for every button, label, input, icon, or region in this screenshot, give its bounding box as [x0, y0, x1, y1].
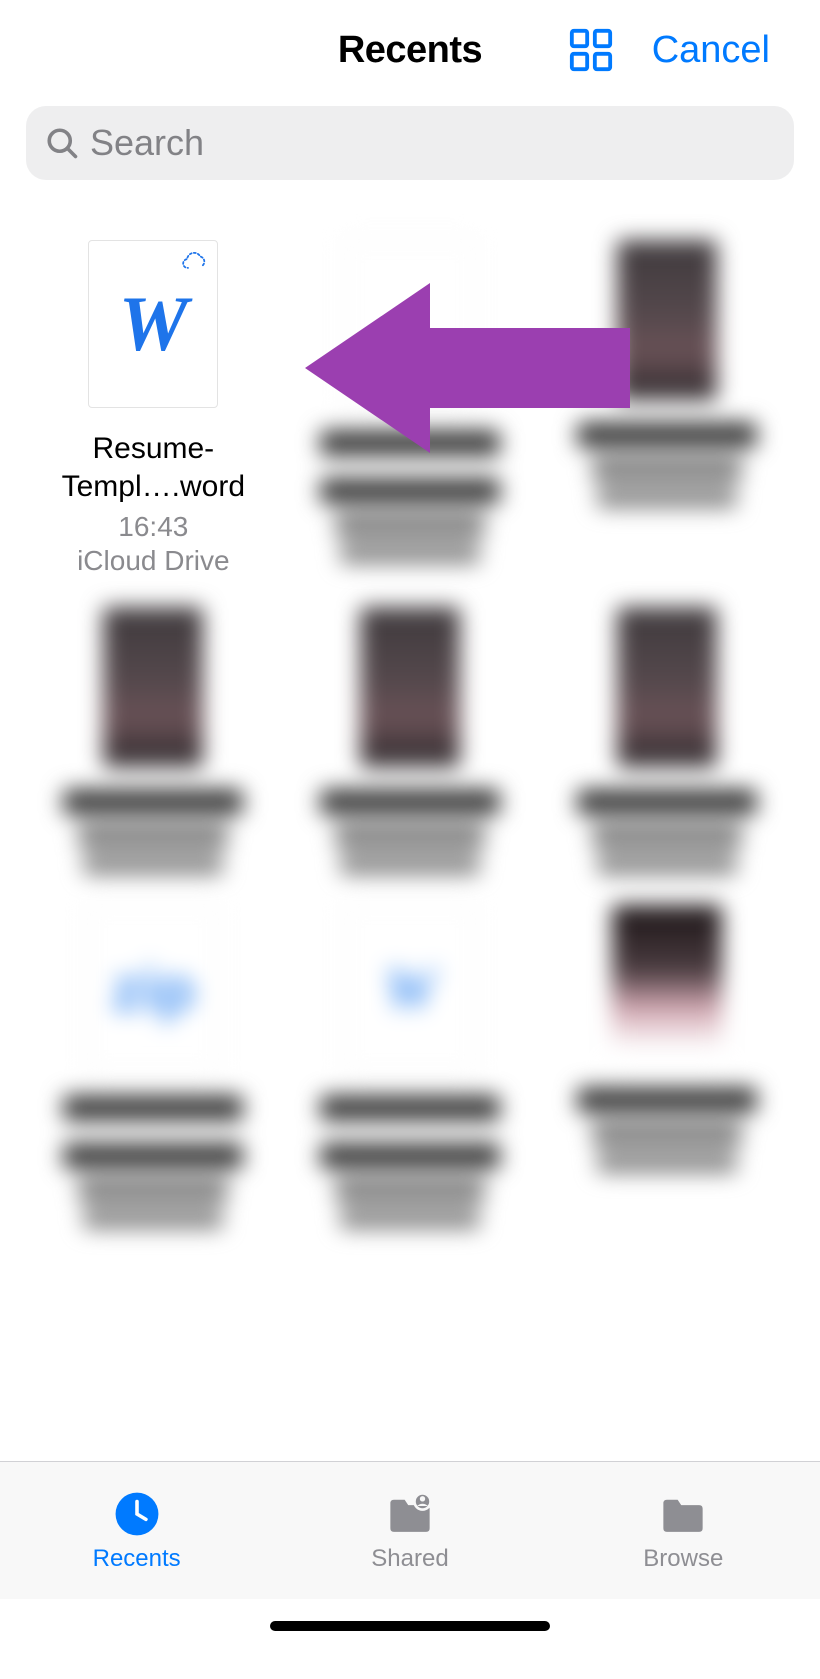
shared-folder-icon: [382, 1489, 438, 1539]
file-item-blurred[interactable]: [541, 607, 792, 875]
file-item-blurred[interactable]: [541, 905, 792, 1229]
cancel-button[interactable]: Cancel: [652, 29, 770, 72]
file-thumbnail: [612, 905, 722, 1065]
file-item-blurred[interactable]: [541, 240, 792, 577]
tab-label: Browse: [643, 1545, 723, 1573]
file-thumbnail: W: [88, 240, 218, 408]
file-thumbnail: [617, 607, 717, 767]
file-item-resume[interactable]: W Resume- Templ….word 16:43 iCloud Drive: [28, 240, 279, 577]
header: Recents Cancel: [0, 0, 820, 100]
home-indicator[interactable]: [270, 1621, 550, 1631]
tab-shared[interactable]: Shared: [310, 1489, 510, 1573]
tab-bar: Recents Shared Browse: [0, 1461, 820, 1599]
file-item-blurred[interactable]: zip: [28, 905, 279, 1229]
tab-browse[interactable]: Browse: [583, 1489, 783, 1573]
file-thumbnail: zip: [88, 905, 218, 1073]
file-item-blurred[interactable]: [285, 607, 536, 875]
file-item-blurred[interactable]: [285, 240, 536, 577]
files-grid: W Resume- Templ….word 16:43 iCloud Drive: [0, 190, 820, 1229]
file-thumbnail: [360, 607, 460, 767]
file-thumbnail: [103, 607, 203, 767]
file-item-blurred[interactable]: W: [285, 905, 536, 1229]
search-icon: [44, 125, 80, 161]
grid-view-icon[interactable]: [568, 27, 614, 73]
clock-icon: [109, 1489, 165, 1539]
tab-label: Shared: [371, 1545, 448, 1573]
folder-icon: [655, 1489, 711, 1539]
search-bar[interactable]: [26, 106, 794, 180]
file-thumbnail: [345, 240, 475, 408]
tab-recents[interactable]: Recents: [37, 1489, 237, 1573]
cloud-icon: [181, 249, 209, 271]
file-name: Resume- Templ….word: [38, 430, 268, 505]
tab-label: Recents: [93, 1545, 181, 1573]
header-actions: Cancel: [568, 27, 770, 73]
file-item-blurred[interactable]: [28, 607, 279, 875]
page-title: Recents: [338, 29, 482, 72]
search-container: [0, 100, 820, 190]
search-input[interactable]: [90, 122, 776, 164]
file-time: 16:43: [118, 511, 188, 543]
file-location: iCloud Drive: [77, 545, 230, 577]
file-thumbnail: W: [345, 905, 475, 1073]
file-thumbnail: [617, 240, 717, 400]
word-doc-icon: W: [119, 279, 188, 369]
